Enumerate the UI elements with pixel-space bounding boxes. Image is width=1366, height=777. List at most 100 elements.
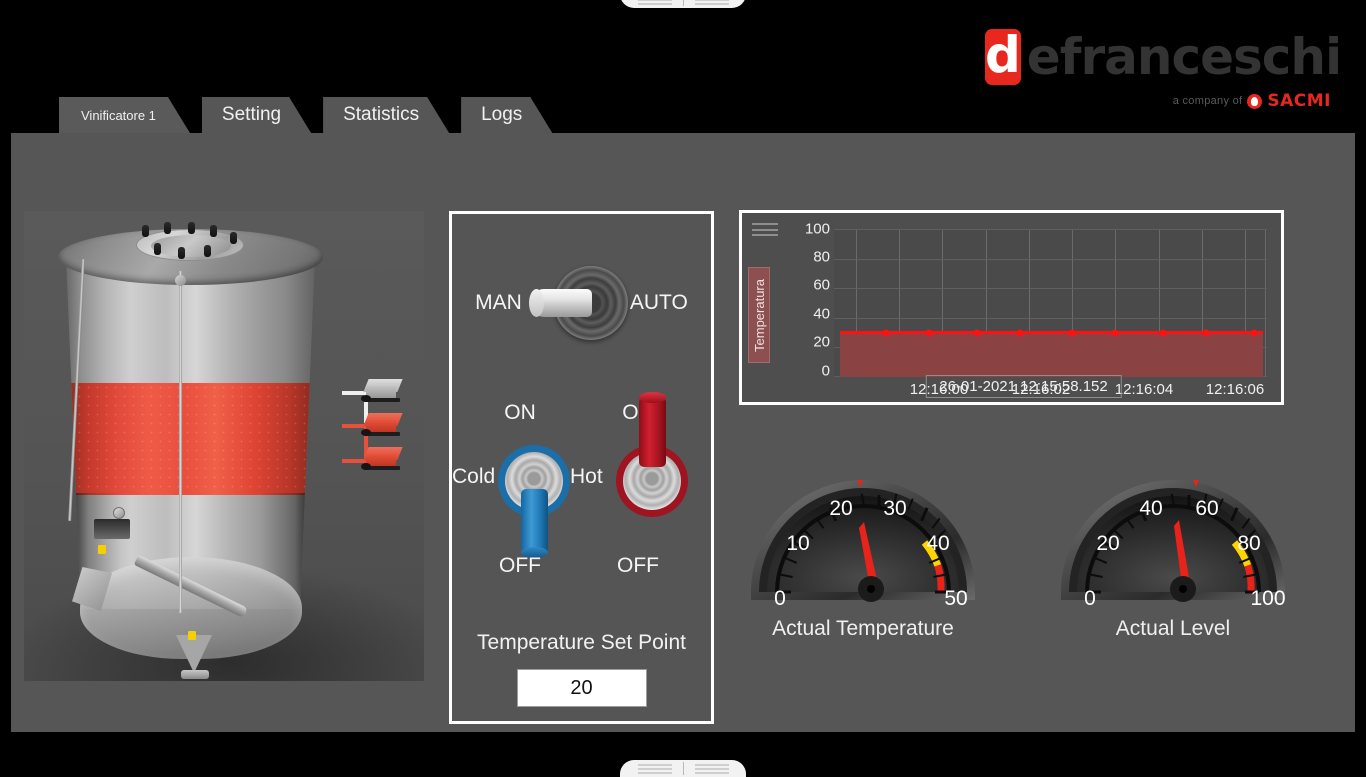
svg-text:40: 40: [1139, 497, 1162, 520]
manhole-bolt-icon: [164, 222, 171, 234]
tank-center-rod: [179, 271, 182, 613]
tab-setting[interactable]: Setting: [202, 97, 311, 133]
chart-data-point: [1111, 329, 1119, 337]
tank-warning-label: [98, 545, 106, 554]
manhole-bolt-icon: [230, 232, 237, 244]
tank-rod-joint: [175, 275, 186, 286]
chart-ytick: 0: [821, 362, 830, 380]
svg-text:20: 20: [829, 497, 852, 520]
chart-data-point: [1016, 329, 1024, 337]
defranceschi-logo: d efranceschi a company of SACMI: [985, 25, 1342, 111]
setpoint-label: Temperature Set Point: [477, 631, 686, 654]
chart-ytick: 60: [813, 276, 830, 294]
device-top-bezel-buttons: [620, 0, 746, 8]
tab-vinificatore-1[interactable]: Vinificatore 1: [59, 97, 190, 133]
svg-text:10: 10: [786, 532, 809, 555]
level-gauge-face: 0 20 40 60 80 100: [1061, 480, 1286, 610]
logo-tagline: a company of: [1172, 95, 1243, 107]
vinificatore-tank-graphic: [24, 211, 424, 681]
sacmi-wordmark: SACMI: [1267, 91, 1331, 111]
hot-name-label: Hot: [570, 465, 603, 488]
svg-text:0: 0: [1084, 587, 1096, 610]
chart-data-point: [882, 329, 890, 337]
actual-level-gauge: 0 20 40 60 80 100 Actual Level: [1057, 460, 1289, 650]
cold-switch-group[interactable]: ON Cold OFF: [452, 389, 580, 584]
svg-text:20: 20: [1096, 532, 1119, 555]
tank-sight-glass: [113, 507, 125, 519]
manhole-bolt-icon: [178, 247, 185, 259]
temperature-trend-chart[interactable]: Temperatura 100 80 60 40 20 0 12:16:00 1…: [739, 210, 1284, 405]
tank-warning-label: [188, 631, 196, 640]
tank-assembly: [58, 222, 323, 679]
manual-control-panel: MAN AUTO ON Cold OFF ON Hot OFF Temperat…: [449, 211, 714, 724]
temperature-gauge-face: 0 10 20 30 40 50: [751, 480, 975, 610]
svg-text:50: 50: [944, 587, 967, 610]
svg-text:100: 100: [1250, 587, 1285, 610]
cold-toggle-switch[interactable]: [498, 445, 572, 558]
chart-plot-area: [834, 229, 1267, 377]
chart-y-axis-label: Temperatura: [748, 267, 770, 363]
svg-text:30: 30: [883, 497, 906, 520]
mode-selector[interactable]: MAN AUTO: [452, 258, 711, 348]
svg-text:80: 80: [1237, 532, 1260, 555]
chart-ytick: 20: [813, 333, 830, 351]
chart-series-line: [840, 331, 1263, 335]
manhole-bolt-icon: [204, 245, 211, 257]
mode-label-man: MAN: [475, 291, 522, 314]
bezel-separator: [682, 0, 684, 6]
tank-control-box: [94, 519, 130, 539]
temperature-setpoint-group: Temperature Set Point 20: [452, 631, 711, 707]
chart-data-point: [1202, 329, 1210, 337]
chart-data-point: [1068, 329, 1076, 337]
tank-manhole-inner: [151, 235, 231, 257]
manhole-bolt-icon: [188, 222, 195, 234]
chart-data-point: [973, 329, 981, 337]
bezel-button-left[interactable]: [629, 0, 681, 7]
main-tab-bar[interactable]: Vinificatore 1 Setting Statistics Logs: [59, 97, 564, 133]
cold-on-label: ON: [504, 401, 536, 424]
cold-name-label: Cold: [452, 465, 496, 488]
svg-text:0: 0: [774, 587, 786, 610]
hot-on-label: ON: [622, 401, 654, 424]
cold-lever-icon[interactable]: [521, 489, 548, 558]
toggle-lever-icon[interactable]: [528, 289, 592, 317]
hot-off-label: OFF: [617, 554, 659, 577]
valve-actuator-red-1[interactable]: [361, 413, 403, 436]
mode-label-auto: AUTO: [629, 291, 688, 314]
page-content: MAN AUTO ON Cold OFF ON Hot OFF Temperat…: [7, 133, 1359, 736]
tab-logs[interactable]: Logs: [461, 97, 552, 133]
cooling-heating-switches: ON Cold OFF ON Hot OFF: [452, 389, 711, 584]
chart-ytick: 100: [804, 220, 830, 238]
app-header: d efranceschi a company of SACMI Vinific…: [7, 11, 1359, 133]
manhole-bolt-icon: [210, 225, 217, 237]
chart-data-point: [1250, 329, 1258, 337]
manhole-bolt-icon: [142, 225, 149, 237]
setpoint-input[interactable]: 20: [516, 669, 647, 707]
valve-station: [342, 379, 424, 489]
svg-text:60: 60: [1195, 497, 1218, 520]
hot-lever-icon[interactable]: [639, 392, 666, 467]
chart-data-point: [1159, 329, 1167, 337]
hmi-screen: d efranceschi a company of SACMI Vinific…: [7, 11, 1359, 757]
hot-toggle-switch[interactable]: [616, 392, 690, 555]
gauge-alarm-band: [934, 564, 945, 593]
chart-ytick: 40: [813, 305, 830, 323]
chart-plot-wrapper: 100 80 60 40 20 0 12:16:00 12:16:02 12:1…: [774, 220, 1273, 398]
valve-actuator-red-2[interactable]: [361, 447, 403, 470]
valve-actuator-gray[interactable]: [361, 379, 403, 402]
chart-y-axis-label-text: Temperatura: [751, 278, 767, 352]
tank-foot-pad: [181, 670, 209, 679]
logo-letter-d: d: [985, 25, 1021, 85]
hmi-device-frame: d efranceschi a company of SACMI Vinific…: [0, 0, 1366, 777]
hot-switch-group[interactable]: ON Hot OFF: [570, 389, 698, 584]
chart-timestamp-readout: 26-01-2021 12:15:58.152: [925, 375, 1122, 398]
bezel-button-right[interactable]: [686, 0, 738, 7]
tank-red-band: [66, 383, 315, 495]
tab-statistics[interactable]: Statistics: [323, 97, 449, 133]
chart-data-point: [925, 329, 933, 337]
man-auto-toggle-switch[interactable]: [528, 260, 628, 346]
tank-cone-outlet: [176, 635, 212, 673]
actual-level-caption: Actual Level: [1115, 617, 1231, 640]
logo-subline: a company of SACMI: [985, 91, 1333, 111]
chart-xtick: 12:16:04: [1114, 381, 1174, 398]
